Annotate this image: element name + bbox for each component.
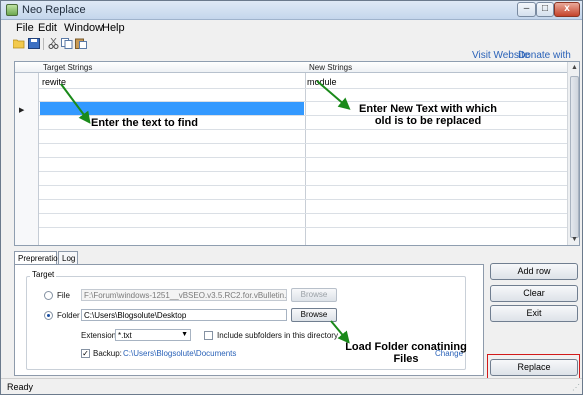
extension-dropdown[interactable]: *.txt ▼ [115, 329, 191, 341]
cell-target-1[interactable]: rewite [42, 77, 66, 87]
column-divider [305, 73, 306, 245]
save-icon[interactable] [28, 38, 40, 49]
scroll-down-icon[interactable]: ▼ [571, 236, 578, 243]
window-title: Neo Replace [22, 4, 86, 16]
main-window: Neo Replace – □ x File Edit Window Help [0, 0, 583, 395]
grid-line [39, 157, 567, 158]
extension-label: Extension: [81, 331, 119, 340]
annotation-replace-line1: Enter New Text with which [359, 103, 497, 115]
toolbar-separator [43, 38, 44, 50]
folder-browse-button[interactable]: Browse [291, 308, 337, 322]
minimize-button[interactable]: – [517, 2, 536, 17]
menu-file[interactable]: File [16, 22, 34, 34]
scroll-thumb[interactable] [570, 76, 579, 238]
selected-cell[interactable] [40, 102, 304, 115]
tab-preparation[interactable]: Prepreration [14, 251, 62, 265]
column-header-new[interactable]: New Strings [309, 63, 352, 72]
target-group-title: Target [30, 270, 57, 279]
grid-line [39, 88, 567, 89]
folder-label: Folder [57, 311, 80, 320]
grid-line [39, 101, 567, 102]
open-folder-icon[interactable] [13, 38, 25, 49]
file-radio[interactable] [44, 291, 53, 300]
grid-line [39, 199, 567, 200]
grid-line [39, 185, 567, 186]
row-header-column[interactable] [15, 73, 39, 245]
include-subfolders-label: Include subfolders in this directory [217, 331, 338, 340]
grid-line [39, 143, 567, 144]
grid-line [39, 129, 567, 130]
replace-button[interactable]: Replace [490, 359, 578, 376]
menu-window[interactable]: Window [64, 22, 103, 34]
file-label: File [57, 291, 70, 300]
maximize-button[interactable]: □ [536, 2, 554, 17]
grid-header: Target Strings New Strings [15, 62, 579, 73]
add-row-button[interactable]: Add row [490, 263, 578, 280]
resize-grip-icon[interactable]: ⋰ [572, 383, 580, 392]
current-row-marker: ▶ [19, 107, 25, 114]
cut-icon[interactable] [48, 38, 60, 49]
status-text: Ready [7, 382, 34, 392]
annotation-replace-line2: old is to be replaced [374, 115, 482, 127]
radio-selected-dot [47, 314, 50, 317]
app-icon [6, 4, 18, 16]
title-bar[interactable]: Neo Replace – □ x [1, 1, 582, 20]
menu-bar: File Edit Window Help [1, 20, 582, 36]
annotation-folder-line2: Files [393, 353, 419, 365]
folder-path-field[interactable]: C:\Users\Blogsolute\Desktop [81, 309, 287, 321]
annotation-find: Enter the text to find [91, 117, 198, 129]
annotation-folder-line1: Load Folder conatining [345, 341, 467, 353]
tab-log[interactable]: Log [58, 251, 78, 265]
file-browse-button[interactable]: Browse [291, 288, 337, 302]
grid-line [39, 227, 567, 228]
scroll-up-icon[interactable]: ▲ [571, 64, 578, 71]
extension-value: *.txt [118, 331, 132, 340]
file-path-field[interactable]: F:\Forum\windows-1251__vBSEO.v3.5.RC2.fo… [81, 289, 287, 301]
grid-line [39, 213, 567, 214]
close-button[interactable]: x [554, 2, 580, 17]
backup-label: Backup: [93, 349, 122, 358]
grid-vertical-scrollbar[interactable]: ▲ ▼ [567, 62, 579, 245]
backup-path-link[interactable]: C:\Users\Blogsolute\Documents [123, 349, 236, 358]
column-header-target[interactable]: Target Strings [43, 63, 92, 72]
chevron-down-icon[interactable]: ▼ [181, 331, 188, 338]
paste-icon[interactable] [75, 38, 87, 49]
include-subfolders-checkbox[interactable] [204, 331, 213, 340]
menu-edit[interactable]: Edit [38, 22, 57, 34]
cell-new-1[interactable]: module [307, 77, 337, 87]
grid-line [39, 171, 567, 172]
menu-help[interactable]: Help [102, 22, 125, 34]
status-bar: Ready ⋰ [1, 378, 582, 394]
clear-button[interactable]: Clear [490, 285, 578, 302]
strings-grid[interactable]: Target Strings New Strings ▶ rewite modu… [14, 61, 580, 246]
folder-radio[interactable] [44, 311, 53, 320]
backup-checkbox[interactable]: ✓ [81, 349, 90, 358]
copy-icon[interactable] [61, 38, 73, 49]
exit-button[interactable]: Exit [490, 305, 578, 322]
